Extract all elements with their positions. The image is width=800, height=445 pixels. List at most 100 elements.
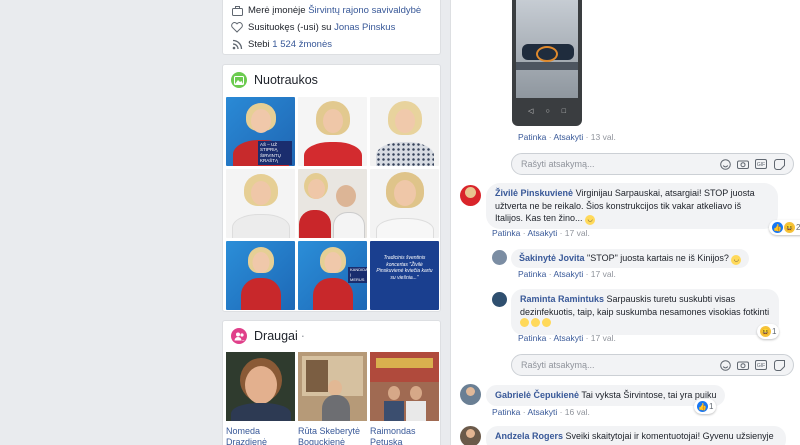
comment-text: Tai vyksta Širvintose, tai yra puiku [581,390,717,400]
sticker-icon[interactable] [773,359,785,371]
photos-icon [231,72,247,88]
comment-time: 13 val. [583,132,616,142]
comment-time: 17 val. [583,269,616,279]
grin-emoji-icon [531,318,540,327]
campaign-tag: AŠ – UŽ STIPRIĄ ŠIRVINTŲ KRAŠTĄ [258,141,292,165]
like-link[interactable]: Patinka [518,333,546,343]
photo-thumb[interactable] [370,169,439,238]
friend-name[interactable]: Rūta Skeberytė Boguckienė [298,426,367,445]
friend-photo[interactable] [226,352,295,421]
friends-grid: Nomeda Drazdienė Rūta Skeberytė Boguckienė… [226,352,439,445]
comment-text: "STOP" juosta kartais ne iš Kinijos? [587,253,729,263]
reaction-count: 1 [772,327,777,336]
grin-emoji-icon [542,318,551,327]
partner-link[interactable]: Jonas Pinskus [334,22,395,33]
photo-thumb[interactable] [226,241,295,310]
commenter-name[interactable]: Gabrielė Čepukienė [495,390,579,400]
emoji-icon[interactable] [719,359,731,371]
work-link[interactable]: Širvintų rajono savivaldybė [308,5,421,16]
home-icon[interactable]: ○ [545,108,549,115]
photo-thumb[interactable]: KANDIDATĖ Į MERUS [298,241,367,310]
friend-item[interactable]: Nomeda Drazdienė [226,352,295,445]
avatar[interactable] [460,426,481,445]
reply-link[interactable]: Atsakyti [520,228,557,238]
friend-photo[interactable] [370,352,439,421]
friend-name[interactable]: Nomeda Drazdienė [226,426,295,445]
photo-thumb[interactable] [370,97,439,166]
reply-link[interactable]: Atsakyti [546,269,583,279]
comment-actions: PatinkaAtsakyti17 val. [518,269,616,279]
relationship-label: Susituokęs (-usi) su [248,22,332,33]
photo-thumb[interactable]: AŠ – UŽ STIPRIĄ ŠIRVINTŲ KRAŠTĄ [226,97,295,166]
friends-title[interactable]: Draugai [254,329,298,343]
commenter-name[interactable]: Andzela Rogers [495,431,563,441]
comment-actions: PatinkaAtsakyti16 val. [492,407,590,417]
friend-item[interactable]: Rūta Skeberytė Boguckienė [298,352,367,445]
gif-icon[interactable]: GIF [755,158,767,170]
svg-text:GIF: GIF [757,363,765,369]
reply-input[interactable]: Rašyti atsakymą... GIF [511,354,794,376]
haha-reaction-icon: 😆 [784,222,795,233]
friend-name[interactable]: Raimondas Petuska [370,426,439,445]
comment-video[interactable]: ◁ ○ □ [512,0,582,126]
avatar[interactable] [460,384,481,405]
comment-bubble: Raminta Ramintuks Sarpauskis turetu susk… [511,289,779,335]
photo-thumb[interactable] [298,169,367,238]
comment-time: 16 val. [557,407,590,417]
gif-icon[interactable]: GIF [755,359,767,371]
emoji-icon[interactable] [719,158,731,170]
like-reaction-icon: 👍 [772,222,783,233]
camera-icon[interactable] [737,158,749,170]
back-icon[interactable]: ◁ [528,107,533,115]
photo-thumb[interactable]: Tradicinis šventinis koncertas "Živilė P… [370,241,439,310]
reply-placeholder: Rašyti atsakymą... [521,360,595,370]
avatar[interactable] [492,292,507,307]
reactions[interactable]: 👍 😆 23 [769,220,800,235]
comment-bubble: Živilė Pinskuvienė Virginijau Sarpauskai… [486,183,778,230]
sticker-icon[interactable] [773,158,785,170]
comment-bubble: Gabrielė Čepukienė Tai vyksta Širvintose… [486,385,726,406]
like-link[interactable]: Patinka [518,132,546,142]
work-row: Merė įmonėje Širvintų rajono savivaldybė [223,2,440,19]
haha-reaction-icon: 😆 [760,326,771,337]
reply-link[interactable]: Atsakyti [520,407,557,417]
commenter-name[interactable]: Šakinytė Jovita [519,253,585,263]
avatar[interactable] [460,185,481,206]
camera-icon[interactable] [737,359,749,371]
photo-thumb[interactable] [298,97,367,166]
comment-actions: PatinkaAtsakyti17 val. [492,228,590,238]
grin-emoji-icon [520,318,529,327]
reply-placeholder: Rašyti atsakymą... [521,159,595,169]
reaction-count: 23 [796,223,800,232]
recent-icon[interactable]: □ [562,108,566,115]
like-link[interactable]: Patinka [518,269,546,279]
svg-text:GIF: GIF [757,162,765,168]
followers-link[interactable]: 1 524 žmonės [272,39,332,50]
reaction-count: 1 [709,402,714,411]
commenter-name[interactable]: Raminta Ramintuks [520,294,604,304]
smile-emoji-icon: ◡ [585,215,596,226]
photo-thumb[interactable] [226,169,295,238]
photos-title[interactable]: Nuotraukos [254,73,318,87]
avatar[interactable] [492,250,507,265]
heart-icon [231,22,243,34]
intro-card: Merė įmonėje Širvintų rajono savivaldybė… [222,0,441,55]
reactions[interactable]: 👍 1 [694,399,717,414]
like-link[interactable]: Patinka [492,407,520,417]
friend-item[interactable]: Raimondas Petuska [370,352,439,445]
friend-photo[interactable] [298,352,367,421]
friends-icon [231,328,247,344]
comment-time: 17 val. [583,333,616,343]
relationship-row: Susituokęs (-usi) su Jonas Pinskus [223,19,440,36]
smile-emoji-icon: ◡ [731,255,742,266]
comment-bubble: Andzela Rogers Sveiki skaitytojai ir kom… [486,426,786,445]
like-link[interactable]: Patinka [492,228,520,238]
commenter-name[interactable]: Živilė Pinskuvienė [495,188,573,198]
reply-input[interactable]: Rašyti atsakymą... GIF [511,153,794,175]
comment-actions: PatinkaAtsakyti13 val. [518,132,616,142]
emoji-group [520,318,551,329]
reply-link[interactable]: Atsakyti [546,333,583,343]
reply-link[interactable]: Atsakyti [546,132,583,142]
reactions[interactable]: 😆 1 [757,324,780,339]
comment-text: Sveiki skaitytojai ir komentuotojai! Gyv… [565,431,774,441]
